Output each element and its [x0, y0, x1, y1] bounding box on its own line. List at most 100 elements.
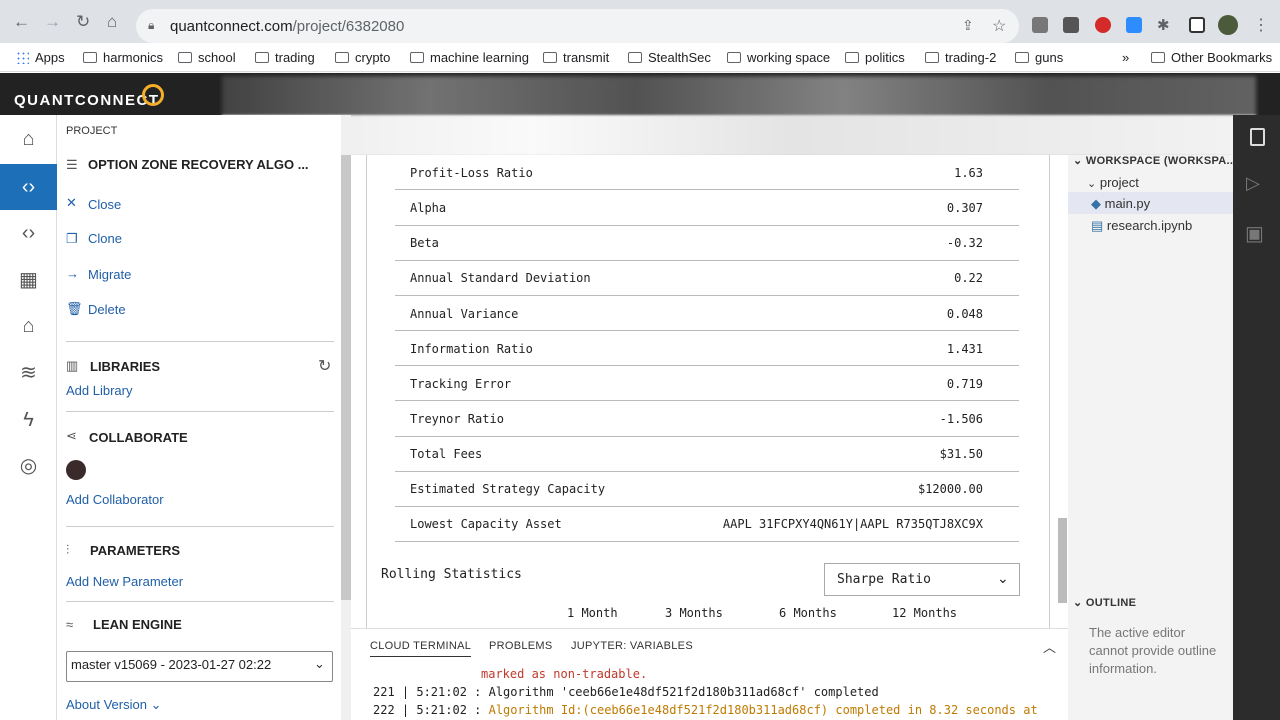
row-divider	[395, 189, 1019, 190]
zoom-icon[interactable]	[1126, 17, 1142, 33]
stat-label: Profit-Loss Ratio	[410, 166, 533, 180]
back-icon[interactable]: ←	[13, 13, 30, 30]
extension-icon[interactable]	[1063, 17, 1079, 33]
stat-value: 0.307	[946, 201, 983, 215]
tab-cloud-terminal[interactable]: CLOUD TERMINAL	[370, 640, 472, 657]
tree-folder[interactable]: ⌄ project	[1087, 175, 1139, 190]
bookmark-folder[interactable]: school	[178, 50, 236, 65]
stat-value: 0.048	[946, 307, 983, 321]
stat-value: 0.22	[954, 271, 983, 285]
migrate-link[interactable]: Migrate	[88, 267, 131, 282]
avatar[interactable]	[66, 460, 86, 480]
star-icon[interactable]: ☆	[992, 16, 1006, 36]
app-logo[interactable]: QUANTCONNECT	[14, 92, 160, 109]
avatar[interactable]	[1218, 15, 1238, 35]
clone-icon[interactable]: ❐	[66, 231, 78, 247]
bookmark-folder[interactable]: politics	[845, 50, 905, 65]
sidepanel-icon[interactable]	[1189, 17, 1205, 33]
bookmark-apps[interactable]: Apps	[16, 50, 65, 65]
reload-icon[interactable]: ↻	[76, 13, 90, 30]
stat-label: Beta	[410, 236, 439, 250]
arrow-right-icon[interactable]: →	[66, 266, 79, 281]
tab-jupyter-variables[interactable]: JUPYTER: VARIABLES	[571, 640, 693, 652]
folder-icon	[1015, 52, 1029, 63]
row-divider	[395, 471, 1019, 472]
add-collaborator-link[interactable]: Add Collaborator	[66, 492, 164, 507]
home-icon[interactable]: ⌂	[0, 116, 57, 162]
lightning-icon[interactable]: ϟ	[0, 397, 57, 443]
bookmark-folder[interactable]: trading-2	[925, 50, 996, 65]
books-icon: ▥	[66, 358, 79, 373]
results-scrollbar-thumb[interactable]	[1058, 518, 1067, 603]
outline-heading[interactable]: ⌄ OUTLINE	[1073, 596, 1136, 609]
code-icon[interactable]: ‹›	[0, 164, 57, 210]
panel-section-label: PROJECT	[66, 125, 118, 137]
row-divider	[395, 541, 1019, 542]
chevron-up-icon[interactable]: ︿	[1043, 637, 1056, 656]
close-link[interactable]: Close	[88, 197, 121, 212]
stat-value: $31.50	[939, 447, 983, 461]
tree-file[interactable]: ◆ main.py	[1091, 196, 1150, 212]
folder-icon	[1151, 52, 1165, 63]
add-library-link[interactable]: Add Library	[66, 383, 132, 398]
url-text[interactable]: quantconnect.com/project/6382080	[170, 18, 404, 35]
run-debug-icon[interactable]: ▷	[1246, 173, 1260, 194]
menu-kebab-icon[interactable]: ⋮	[1253, 15, 1269, 35]
project-name[interactable]: OPTION ZONE RECOVERY ALGO ...	[88, 157, 309, 172]
outline-message: The active editor cannot provide outline…	[1089, 625, 1217, 676]
bookmark-folder[interactable]: harmonics	[83, 50, 163, 65]
bookmarks-overflow[interactable]: »	[1122, 50, 1129, 65]
stat-label: Tracking Error	[410, 377, 512, 391]
lock-icon[interactable]: 🔒︎	[148, 18, 154, 33]
bookmark-folder[interactable]: machine learning	[410, 50, 529, 65]
extension-g-icon[interactable]	[1032, 17, 1048, 33]
workspace-heading[interactable]: ⌄ WORKSPACE (WORKSPA...	[1073, 154, 1237, 167]
add-parameter-link[interactable]: Add New Parameter	[66, 574, 183, 589]
tree-file[interactable]: ▤ research.ipynb	[1091, 218, 1192, 234]
stat-label: Lowest Capacity Asset	[410, 517, 562, 531]
chevron-down-icon: ⌄	[1073, 597, 1083, 609]
row-divider	[395, 260, 1019, 261]
activity-bar	[1233, 115, 1280, 720]
python-icon: ◆	[1091, 196, 1101, 211]
files-icon[interactable]	[1250, 128, 1265, 146]
bookmark-folder[interactable]: trading	[255, 50, 315, 65]
clone-link[interactable]: Clone	[88, 231, 122, 246]
forward-icon[interactable]: →	[44, 13, 61, 30]
bookmark-folder[interactable]: crypto	[335, 50, 390, 65]
stat-value: AAPL 31FCPXY4QN61Y|AAPL R735QTJ8XC9X	[722, 517, 983, 531]
rolling-stats-title: Rolling Statistics	[381, 567, 522, 582]
stat-value: -0.32	[946, 236, 983, 250]
graduation-icon[interactable]: ⌂	[0, 303, 57, 349]
stat-label: Annual Variance	[410, 307, 519, 321]
delete-link[interactable]: Delete	[88, 302, 126, 317]
folder-icon	[178, 52, 192, 63]
bookmark-folder[interactable]: guns	[1015, 50, 1063, 65]
building-icon[interactable]: ▦	[0, 257, 57, 303]
about-version-link[interactable]: About Version ⌄	[66, 697, 161, 713]
panel-scrollbar-thumb[interactable]	[341, 155, 351, 600]
collaborate-heading: COLLABORATE	[89, 430, 188, 445]
home-browser-icon[interactable]: ⌂	[107, 13, 117, 30]
chip-icon[interactable]: ▣	[1245, 221, 1264, 246]
lifebuoy-icon[interactable]: ◎	[0, 443, 57, 489]
lean-version-value: master v15069 - 2023-01-27 02:22	[71, 657, 272, 672]
stat-value: 1.431	[946, 342, 983, 356]
trash-icon[interactable]: 🗑︎	[66, 301, 83, 317]
refresh-icon[interactable]: ↻	[318, 356, 331, 376]
bookmark-folder[interactable]: working space	[727, 50, 830, 65]
parameters-heading: PARAMETERS	[90, 543, 181, 558]
database-icon[interactable]: ≋	[0, 350, 57, 396]
tab-problems[interactable]: PROBLEMS	[489, 640, 553, 652]
code-icon[interactable]: ‹›	[0, 210, 57, 256]
url-path: /project/6382080	[292, 18, 405, 35]
bookmark-folder[interactable]: StealthSec	[628, 50, 711, 65]
stat-value: -1.506	[939, 412, 983, 426]
bookmark-folder[interactable]: transmit	[543, 50, 609, 65]
opera-icon[interactable]	[1095, 17, 1111, 33]
share-icon[interactable]: ⇪	[962, 17, 974, 34]
stat-label: Treynor Ratio	[410, 412, 504, 426]
close-icon[interactable]: ✕	[66, 195, 77, 211]
bookmark-other[interactable]: Other Bookmarks	[1151, 50, 1272, 65]
puzzle-icon[interactable]: ✱	[1157, 16, 1170, 34]
